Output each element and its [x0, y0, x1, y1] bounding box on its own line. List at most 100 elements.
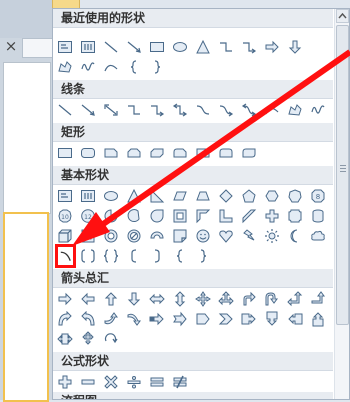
rectangle-icon[interactable]	[147, 37, 166, 56]
cloud-icon[interactable]	[308, 226, 327, 245]
moon-icon[interactable]	[285, 226, 304, 245]
minus-icon[interactable]	[78, 372, 97, 391]
curved-double-arrow-icon[interactable]	[239, 100, 258, 119]
up-arrow-callout-icon[interactable]	[308, 309, 327, 328]
parallelogram-icon[interactable]	[170, 186, 189, 205]
right-arrow-icon[interactable]	[55, 289, 74, 308]
snip-round-icon[interactable]	[170, 143, 189, 162]
plaque-icon[interactable]	[285, 206, 304, 225]
up-arrow-icon[interactable]	[101, 289, 120, 308]
l-shape-icon[interactable]	[216, 206, 235, 225]
folded-corner-icon[interactable]	[170, 226, 189, 245]
snip-same-icon[interactable]	[124, 143, 143, 162]
elbow-connector-2-icon[interactable]	[239, 37, 258, 56]
curved-right-arrow-icon[interactable]	[55, 309, 74, 328]
close-icon[interactable]: ×	[3, 38, 19, 54]
equal-icon[interactable]	[147, 372, 166, 391]
double-brace-icon[interactable]	[101, 246, 120, 265]
curve-icon[interactable]	[101, 57, 120, 76]
right-arrow-icon[interactable]	[262, 37, 281, 56]
lightning-icon[interactable]	[239, 226, 258, 245]
down-arrow-callout-icon[interactable]	[262, 309, 281, 328]
donut-icon[interactable]	[101, 226, 120, 245]
line-icon[interactable]	[55, 100, 74, 119]
curved-arrow-icon[interactable]	[216, 100, 235, 119]
round-same-icon[interactable]	[216, 143, 235, 162]
trapezoid-icon[interactable]	[193, 186, 212, 205]
divide-icon[interactable]	[124, 372, 143, 391]
scribble-icon[interactable]	[308, 100, 327, 119]
triangle-icon[interactable]	[124, 186, 143, 205]
vertical-text-box-icon[interactable]	[78, 186, 97, 205]
curved-connector-icon[interactable]	[193, 100, 212, 119]
circular-arrow-icon[interactable]	[101, 329, 120, 348]
plus-icon[interactable]	[55, 372, 74, 391]
rectangle-icon[interactable]	[55, 143, 74, 162]
vertical-scrollbar[interactable]	[334, 9, 349, 399]
text-box-icon[interactable]	[55, 186, 74, 205]
arc-icon[interactable]	[55, 244, 76, 268]
half-frame-icon[interactable]	[193, 206, 212, 225]
chevron-icon[interactable]	[216, 309, 235, 328]
quad-arrow-callout-icon[interactable]	[78, 329, 97, 348]
elbow-connector-icon[interactable]	[216, 37, 235, 56]
snip-single-icon[interactable]	[101, 143, 120, 162]
curved-up-arrow-icon[interactable]	[101, 309, 120, 328]
pentagon-arrow-icon[interactable]	[193, 309, 212, 328]
quad-arrow-icon[interactable]	[193, 289, 212, 308]
cube-icon[interactable]	[55, 226, 74, 245]
line-icon[interactable]	[101, 37, 120, 56]
left-right-up-arrow-icon[interactable]	[216, 289, 235, 308]
scroll-up-button[interactable]	[336, 9, 349, 23]
line-arrow-icon[interactable]	[78, 100, 97, 119]
curve-icon[interactable]	[262, 100, 281, 119]
can-icon[interactable]	[308, 206, 327, 225]
pentagon-icon[interactable]	[239, 186, 258, 205]
down-arrow-icon[interactable]	[285, 37, 304, 56]
scroll-thumb[interactable]	[336, 25, 349, 325]
elbow-connector-icon[interactable]	[124, 100, 143, 119]
u-turn-arrow-icon[interactable]	[262, 289, 281, 308]
dodecagon-icon[interactable]: 12	[78, 206, 97, 225]
up-down-arrow-icon[interactable]	[170, 289, 189, 308]
text-box-icon[interactable]	[55, 37, 74, 56]
elbow-arrow-icon[interactable]	[147, 100, 166, 119]
teardrop-icon[interactable]	[147, 206, 166, 225]
snip-diagonal-icon[interactable]	[147, 143, 166, 162]
double-bracket-icon[interactable]	[78, 246, 97, 265]
left-brace-icon[interactable]	[170, 246, 189, 265]
bevel-icon[interactable]	[78, 226, 97, 245]
not-equal-icon[interactable]	[170, 372, 189, 391]
striped-right-arrow-icon[interactable]	[147, 309, 166, 328]
down-arrow-icon[interactable]	[124, 289, 143, 308]
triangle-icon[interactable]	[193, 37, 212, 56]
left-arrow-callout-icon[interactable]	[285, 309, 304, 328]
left-right-arrow-icon[interactable]	[147, 289, 166, 308]
slide-thumbnail[interactable]	[3, 62, 51, 214]
right-triangle-icon[interactable]	[147, 186, 166, 205]
double-arrow-icon[interactable]	[101, 100, 120, 119]
diamond-icon[interactable]	[216, 186, 235, 205]
round-single-icon[interactable]	[193, 143, 212, 162]
multiply-icon[interactable]	[101, 372, 120, 391]
left-arrow-icon[interactable]	[78, 289, 97, 308]
frame-icon[interactable]	[170, 206, 189, 225]
slide-thumbnail-selected[interactable]	[3, 212, 49, 402]
right-arrow-callout-icon[interactable]	[239, 309, 258, 328]
curved-left-arrow-icon[interactable]	[78, 309, 97, 328]
bent-arrow-icon[interactable]	[239, 289, 258, 308]
diagonal-stripe-icon[interactable]	[239, 206, 258, 225]
outline-tab[interactable]	[22, 38, 53, 58]
left-bracket-icon[interactable]	[124, 246, 143, 265]
freeform-icon[interactable]	[285, 100, 304, 119]
sun-icon[interactable]	[262, 226, 281, 245]
smiley-icon[interactable]	[193, 226, 212, 245]
heart-icon[interactable]	[216, 226, 235, 245]
notched-right-arrow-icon[interactable]	[170, 309, 189, 328]
round-diagonal-icon[interactable]	[239, 143, 258, 162]
vertical-text-box-icon[interactable]	[78, 37, 97, 56]
heptagon-icon[interactable]	[285, 186, 304, 205]
chord-icon[interactable]	[124, 206, 143, 225]
cross-icon[interactable]	[262, 206, 281, 225]
elbow-double-arrow-icon[interactable]	[170, 100, 189, 119]
